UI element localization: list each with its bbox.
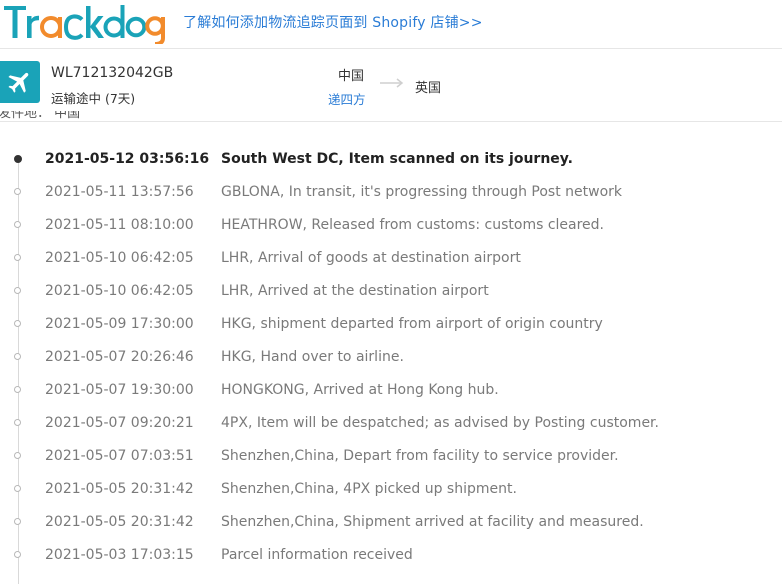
event-time: 2021-05-07 09:20:21	[45, 415, 194, 431]
event-description: Parcel information received	[221, 547, 413, 563]
airplane-icon	[0, 61, 40, 103]
trackdog-logo-icon	[4, 5, 165, 44]
event-dot-icon	[14, 485, 21, 492]
timeline-event: 2021-05-03 17:03:15 Parcel information re…	[0, 541, 782, 574]
event-description: Shenzhen,China, 4PX picked up shipment.	[221, 481, 517, 497]
route-arrow-icon	[380, 78, 404, 88]
timeline-event: 2021-05-10 06:42:05 LHR, Arrived at the d…	[0, 277, 782, 310]
destination-country: 英国	[415, 81, 442, 96]
event-time: 2021-05-05 20:31:42	[45, 514, 194, 530]
timeline-event: 2021-05-12 03:56:16 South West DC, Item s…	[0, 145, 782, 178]
event-dot-icon	[14, 452, 21, 459]
tracking-number[interactable]: WL712132042GB	[51, 65, 173, 81]
event-time: 2021-05-10 06:42:05	[45, 250, 194, 266]
event-dot-icon	[14, 188, 21, 195]
timeline-event: 2021-05-11 13:57:56 GBLONA, In transit, i…	[0, 178, 782, 211]
event-time: 2021-05-10 06:42:05	[45, 283, 194, 299]
event-time: 2021-05-07 20:26:46	[45, 349, 194, 365]
event-dot-icon	[14, 419, 21, 426]
origin-partial-text: 发件地： 中国	[0, 111, 81, 121]
event-description: GBLONA, In transit, it's progressing thr…	[221, 184, 623, 200]
timeline-event: 2021-05-05 20:31:42 Shenzhen,China, Shipm…	[0, 508, 782, 541]
event-description: LHR, Arrival of goods at destination air…	[221, 250, 521, 266]
event-time: 2021-05-05 20:31:42	[45, 481, 194, 497]
timeline-event: 2021-05-07 07:03:51 Shenzhen,China, Depar…	[0, 442, 782, 475]
shopify-promo-link[interactable]: 了解如何添加物流追踪页面到 Shopify 店铺>>	[183, 12, 483, 32]
event-dot-icon	[14, 518, 21, 525]
event-dot-icon	[14, 551, 21, 558]
event-time: 2021-05-11 13:57:56	[45, 184, 194, 200]
event-description: Shenzhen,China, Depart from facility to …	[221, 448, 619, 464]
event-time: 2021-05-07 19:30:00	[45, 382, 194, 398]
timeline-event: 2021-05-11 08:10:00 HEATHROW, Released fr…	[0, 211, 782, 244]
top-bar: 了解如何添加物流追踪页面到 Shopify 店铺>>	[0, 0, 782, 48]
event-description: LHR, Arrived at the destination airport	[221, 283, 489, 299]
latest-event-dot-icon	[14, 155, 22, 163]
event-dot-icon	[14, 221, 21, 228]
timeline-event: 2021-05-07 20:26:46 HKG, Hand over to air…	[0, 343, 782, 376]
event-dot-icon	[14, 254, 21, 261]
event-description: 4PX, Item will be despatched; as advised…	[221, 415, 659, 431]
event-time: 2021-05-03 17:03:15	[45, 547, 194, 563]
trackdog-logo[interactable]	[2, 0, 167, 44]
event-description: HEATHROW, Released from customs: customs…	[221, 217, 604, 233]
event-dot-icon	[14, 386, 21, 393]
event-time: 2021-05-12 03:56:16	[45, 151, 210, 167]
event-dot-icon	[14, 287, 21, 294]
event-dot-icon	[14, 353, 21, 360]
event-description: South West DC, Item scanned on its journ…	[221, 151, 573, 167]
origin-carrier-link[interactable]: 递四方	[328, 89, 366, 108]
event-description: Shenzhen,China, Shipment arrived at faci…	[221, 514, 644, 530]
timeline-event: 2021-05-07 19:30:00 HONGKONG, Arrived at …	[0, 376, 782, 409]
origin-partial-line: 发件地： 中国	[0, 111, 198, 121]
event-time: 2021-05-09 17:30:00	[45, 316, 194, 332]
event-time: 2021-05-07 07:03:51	[45, 448, 194, 464]
origin-country: 中国	[338, 69, 365, 84]
timeline-event: 2021-05-07 09:20:21 4PX, Item will be des…	[0, 409, 782, 442]
transit-status: 运输途中 (7天)	[51, 91, 136, 106]
timeline-event: 2021-05-10 06:42:05 LHR, Arrival of goods…	[0, 244, 782, 277]
event-description: HKG, Hand over to airline.	[221, 349, 404, 365]
event-description: HONGKONG, Arrived at Hong Kong hub.	[221, 382, 499, 398]
event-time: 2021-05-11 08:10:00	[45, 217, 194, 233]
event-dot-icon	[14, 320, 21, 327]
timeline-event: 2021-05-09 17:30:00 HKG, shipment departe…	[0, 310, 782, 343]
summary-divider	[0, 121, 782, 122]
timeline-event: 2021-05-05 20:31:42 Shenzhen,China, 4PX p…	[0, 475, 782, 508]
event-description: HKG, shipment departed from airport of o…	[221, 316, 603, 332]
